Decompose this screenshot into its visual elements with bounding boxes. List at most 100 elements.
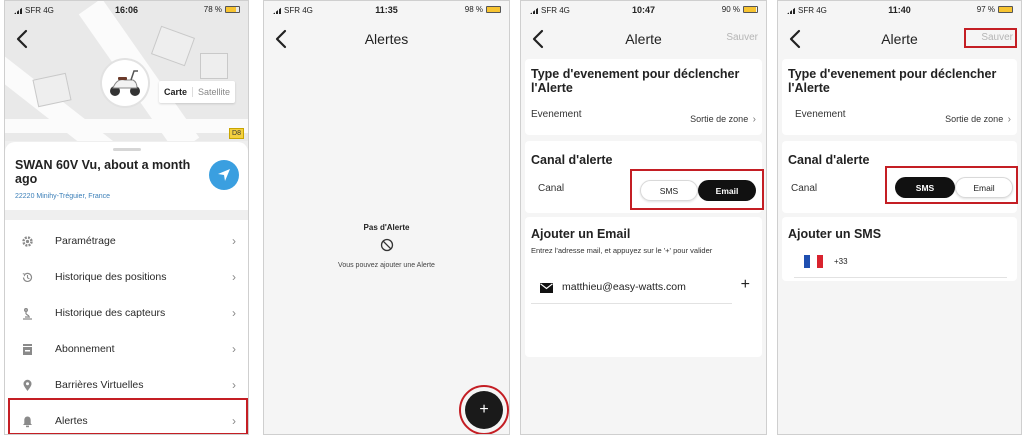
battery-icon [743,6,758,13]
event-selector[interactable]: Sortie de zone › [945,109,1011,127]
phone-prefix[interactable]: +33 [834,257,848,266]
chevron-right-icon: › [232,270,236,284]
menu-item-historique-capteurs[interactable]: Historique des capteurs › [5,295,248,331]
menu-item-label: Historique des positions [55,271,167,283]
alert-email-screen: SFR 4G 10:47 90 % Alerte Sauver Type d'e… [520,0,767,435]
nav-bar: Alerte Sauver [521,19,766,59]
event-section-title: Type d'evenement pour déclencher l'Alert… [531,67,740,95]
battery-icon [998,6,1013,13]
chevron-right-icon: › [752,114,756,125]
add-email-button[interactable]: + [741,276,750,294]
battery: 98 % [465,5,501,14]
scooter-icon [110,70,140,96]
gear-icon [20,234,34,248]
channel-section-title: Canal d'alerte [531,153,613,167]
channel-label: Canal [538,183,565,194]
channel-card: Canal d'alerte Canal SMS Email [782,141,1017,213]
add-email-title: Ajouter un Email [531,227,631,241]
battery: 97 % [977,5,1013,14]
battery-text: 78 % [203,5,222,14]
menu-item-historique-positions[interactable]: Historique des positions › [5,259,248,295]
battery: 78 % [204,5,240,14]
empty-title: Pas d'Alerte [363,223,410,232]
device-address: 22220 Minihy-Tréguier, France [15,193,111,200]
add-sms-title: Ajouter un SMS [788,227,882,241]
divider [794,277,1007,278]
navigation-arrow-icon [218,169,230,181]
nav-bar: Alertes [264,19,509,59]
menu-item-label: Barrières Virtuelles [55,379,144,391]
status-bar: SFR 4G 10:47 90 % [521,1,766,19]
scooter-marker[interactable] [102,60,148,106]
menu-item-label: Abonnement [55,343,115,355]
location-pin-icon [20,378,34,392]
map-view[interactable]: SFR 4G 16:06 78 % Carte Satellite D8 [5,1,248,141]
battery-icon [225,6,240,13]
bell-icon [20,414,34,428]
sms-option[interactable]: SMS [895,177,955,198]
event-label: Evenement [795,109,846,120]
event-selector[interactable]: Sortie de zone › [690,109,756,127]
add-email-card: Ajouter un Email Entrez l'adresse mail, … [525,217,762,357]
france-flag-icon [804,255,823,268]
divider [5,210,248,220]
add-alert-button[interactable]: + [465,391,503,429]
map-building [150,25,196,67]
battery-fill [487,7,500,12]
empty-state: Pas d'Alerte Vous pouvez ajouter une Ale… [264,223,509,269]
menu-item-barrieres-virtuelles[interactable]: Barrières Virtuelles › [5,367,248,403]
sms-option[interactable]: SMS [640,180,698,201]
menu-item-alertes[interactable]: Alertes › [5,403,248,434]
navigate-button[interactable] [209,160,239,190]
sheet-handle[interactable] [112,148,141,151]
event-card: Type d'evenement pour déclencher l'Alert… [525,59,762,135]
menu-item-parametrage[interactable]: Paramétrage › [5,223,248,259]
menu-item-abonnement[interactable]: Abonnement › [5,331,248,367]
nav-bar: Alerte Sauver [778,19,1021,59]
map-building [32,72,72,108]
page-title: Alertes [364,31,409,47]
map-type-carte[interactable]: Carte [159,87,194,97]
chevron-right-icon: › [1007,114,1011,125]
battery-icon [486,6,501,13]
back-arrow-icon[interactable] [13,27,33,51]
alerts-list-screen: SFR 4G 11:35 98 % Alertes Pas d'Alerte V… [263,0,510,435]
email-option[interactable]: Email [955,177,1013,198]
battery: 90 % [722,5,758,14]
email-entry[interactable]: matthieu@easy-watts.com [562,281,686,293]
sensor-icon [20,306,34,320]
battery-text: 98 % [464,5,483,14]
status-bar: SFR 4G 11:35 98 % [264,1,509,19]
map-type-toggle: Carte Satellite [159,81,236,103]
event-label: Evenement [531,109,582,120]
subscription-icon [20,342,34,356]
map-road [5,119,248,133]
event-section-title: Type d'evenement pour déclencher l'Alert… [788,67,997,95]
device-title: SWAN 60V Vu, about a month ago [15,158,191,186]
add-email-hint: Entrez l'adresse mail, et appuyez sur le… [531,246,713,255]
save-button[interactable]: Sauver [726,32,758,43]
save-button[interactable]: Sauver [981,32,1013,43]
envelope-icon [540,283,553,293]
divider [531,303,732,304]
empty-message: Vous pouvez ajouter une Alerte [338,262,435,269]
history-icon [20,270,34,284]
device-screen: SFR 4G 16:06 78 % Carte Satellite D8 SWA… [4,0,249,435]
chevron-right-icon: › [232,234,236,248]
road-badge: D8 [229,128,244,139]
email-option[interactable]: Email [698,180,756,201]
map-type-satellite[interactable]: Satellite [193,87,235,97]
battery-fill [999,7,1012,12]
event-value: Sortie de zone [945,114,1004,124]
event-card: Type d'evenement pour déclencher l'Alert… [782,59,1017,135]
menu-item-label: Historique des capteurs [55,307,166,319]
battery-text: 97 % [976,5,995,14]
add-sms-card: Ajouter un SMS +33 [782,217,1017,281]
alert-sms-screen: SFR 4G 11:40 97 % Alerte Sauver Type d'e… [777,0,1022,435]
chevron-right-icon: › [232,306,236,320]
status-bar: SFR 4G 11:40 97 % [778,1,1021,19]
chevron-right-icon: › [232,342,236,356]
bottom-sheet: SWAN 60V Vu, about a month ago 22220 Min… [5,142,248,434]
chevron-right-icon: › [232,378,236,392]
channel-label: Canal [791,183,818,194]
